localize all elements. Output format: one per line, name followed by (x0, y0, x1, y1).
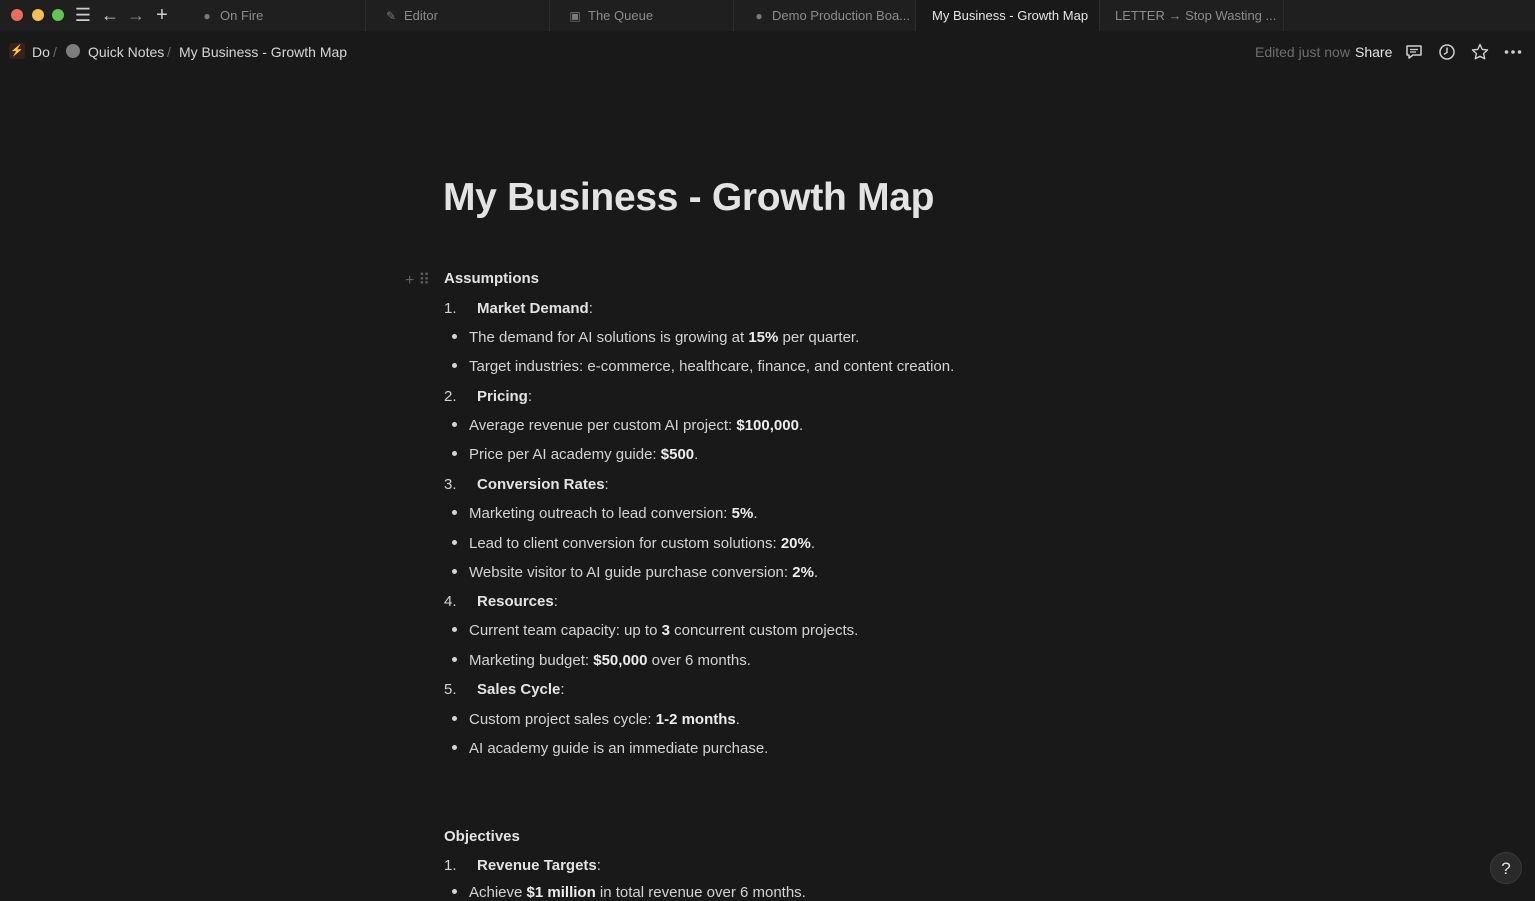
minimize-window-button[interactable] (32, 9, 44, 21)
list-number: 5. (444, 681, 457, 698)
bullet-item[interactable]: Lead to client conversion for custom sol… (452, 535, 815, 552)
sidebar-toggle-icon[interactable]: ☰ (72, 4, 94, 26)
bullet-item[interactable]: The demand for AI solutions is growing a… (452, 329, 859, 346)
tab-letter-stop-wasting[interactable]: LETTER → Stop Wasting ... (1100, 0, 1284, 31)
numbered-item[interactable]: 5. Sales Cycle: (444, 681, 565, 698)
bullet-item[interactable]: Target industries: e-commerce, healthcar… (452, 358, 954, 375)
bullet-item[interactable]: AI academy guide is an immediate purchas… (452, 740, 768, 757)
bullet-item[interactable]: Website visitor to AI guide purchase con… (452, 564, 818, 581)
tab-my-business-growth-map[interactable]: My Business - Growth Map (916, 0, 1100, 31)
tab-label: Demo Production Boa... (772, 8, 911, 23)
comments-icon[interactable] (1404, 42, 1424, 62)
numbered-item[interactable]: 1. Revenue Targets: (444, 857, 601, 874)
numbered-item[interactable]: 2. Pricing: (444, 388, 532, 405)
bullet-item[interactable]: Current team capacity: up to 3 concurren… (452, 622, 858, 639)
breadcrumb-current-page[interactable]: My Business - Growth Map (179, 44, 347, 60)
numbered-item[interactable]: 1. Market Demand: (444, 300, 593, 317)
numbered-item[interactable]: 3. Conversion Rates: (444, 476, 609, 493)
back-arrow-icon[interactable]: ← (99, 4, 121, 26)
history-clock-icon[interactable] (1437, 42, 1457, 62)
favorite-star-icon[interactable] (1470, 42, 1490, 62)
breadcrumb-quick-notes[interactable]: Quick Notes (88, 44, 164, 60)
new-tab-plus-icon[interactable]: + (151, 4, 173, 26)
item-label: Revenue Targets (477, 857, 597, 874)
pencil-icon: ✎ (385, 9, 397, 23)
tab-label: My Business - Growth Map (932, 8, 1089, 23)
list-number: 1. (444, 857, 457, 874)
assumptions-heading[interactable]: Assumptions (444, 270, 539, 287)
bullet-item[interactable]: Achieve $1 million in total revenue over… (452, 884, 806, 901)
bullet-item[interactable]: Marketing budget: $50,000 over 6 months. (452, 652, 751, 669)
forward-arrow-icon[interactable]: → (125, 4, 147, 26)
tab-on-fire[interactable]: ● On Fire (182, 0, 366, 31)
item-label: Resources (477, 593, 554, 610)
workspace-icon: ⚡ (9, 43, 25, 59)
terminal-icon: ▣ (569, 9, 581, 23)
tab-bar: ☰ ← → + ● On Fire ✎ Editor ▣ The Queue ● Dem… (0, 0, 1535, 31)
help-button[interactable]: ? (1490, 852, 1522, 884)
breadcrumb-separator: / (167, 44, 171, 60)
edited-status: Edited just now (1255, 44, 1350, 60)
item-label: Market Demand (477, 300, 589, 317)
objectives-heading[interactable]: Objectives (444, 828, 520, 845)
item-label: Sales Cycle (477, 681, 561, 698)
breadcrumb-workspace[interactable]: Do (32, 44, 50, 60)
item-label: Conversion Rates (477, 476, 605, 493)
tab-editor[interactable]: ✎ Editor (366, 0, 550, 31)
page-header: ⚡ Do / Quick Notes / My Business - Growt… (0, 31, 1535, 73)
flame-icon: ● (203, 9, 211, 23)
flame-icon: ● (755, 9, 763, 23)
close-window-button[interactable] (11, 9, 23, 21)
zoom-window-button[interactable] (52, 9, 64, 21)
tab-demo-production-board[interactable]: ● Demo Production Boa... (734, 0, 916, 31)
block-handle: + ⠿ (405, 270, 434, 290)
tab-label: On Fire (220, 8, 264, 23)
tab-label: Editor (404, 8, 438, 23)
bullet-item[interactable]: Average revenue per custom AI project: $… (452, 417, 803, 434)
numbered-item[interactable]: 4. Resources: (444, 593, 558, 610)
page-title[interactable]: My Business - Growth Map (443, 176, 935, 220)
breadcrumb-separator: / (53, 44, 57, 60)
list-number: 1. (444, 300, 457, 317)
list-number: 3. (444, 476, 457, 493)
quick-notes-icon (66, 44, 80, 58)
tab-label: LETTER → Stop Wasting ... (1115, 8, 1277, 23)
item-label: Pricing (477, 388, 528, 405)
more-options-icon[interactable] (1503, 42, 1523, 62)
drag-handle-icon[interactable]: ⠿ (418, 270, 430, 290)
tab-label: The Queue (588, 8, 654, 23)
bullet-item[interactable]: Marketing outreach to lead conversion: 5… (452, 505, 758, 522)
add-block-plus-icon[interactable]: + (405, 272, 414, 290)
tab-the-queue[interactable]: ▣ The Queue (550, 0, 734, 31)
share-button[interactable]: Share (1355, 44, 1392, 60)
list-number: 4. (444, 593, 457, 610)
bullet-item[interactable]: Custom project sales cycle: 1-2 months. (452, 711, 740, 728)
bullet-item[interactable]: Price per AI academy guide: $500. (452, 446, 698, 463)
list-number: 2. (444, 388, 457, 405)
